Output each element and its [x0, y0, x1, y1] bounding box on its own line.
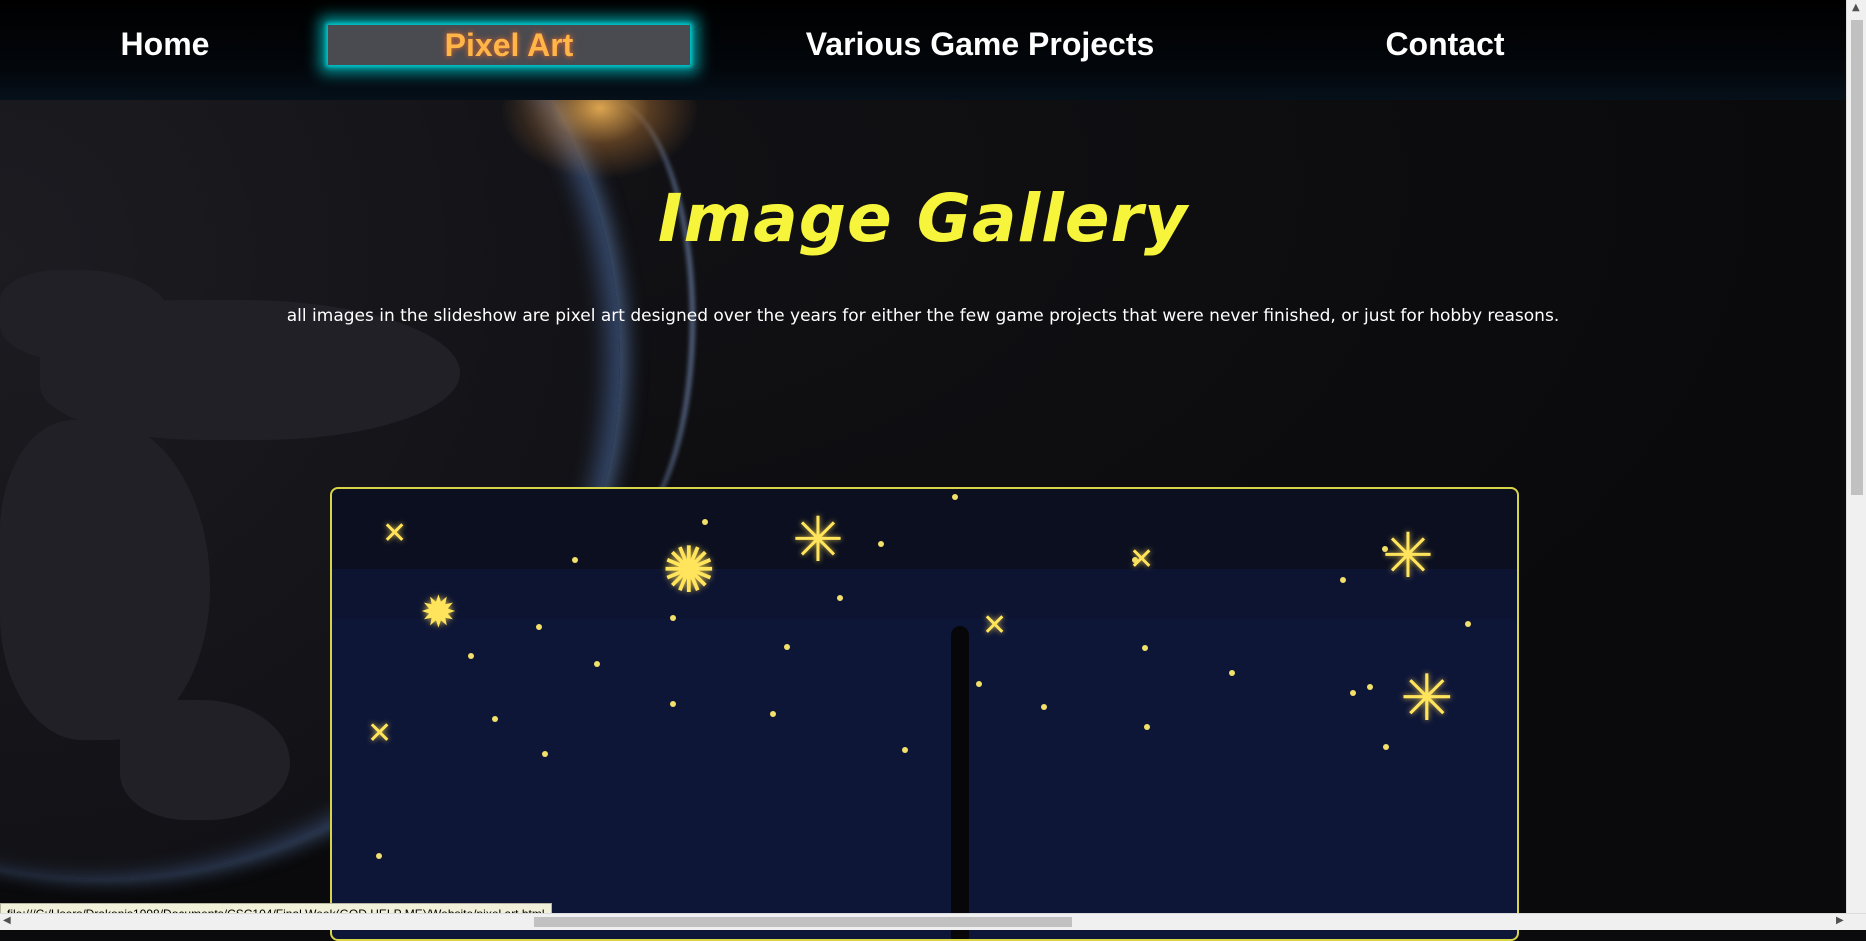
- star-dot: [1340, 577, 1346, 583]
- sparkle-star: ✳: [1382, 519, 1434, 592]
- nav-item-pixel-art[interactable]: Pixel Art: [328, 25, 690, 65]
- sparkle-star: ✕: [1129, 542, 1155, 577]
- sparkle-star: ✳: [1400, 662, 1454, 736]
- star-dot: [1465, 621, 1471, 627]
- vertical-scrollbar[interactable]: ▲: [1846, 0, 1866, 913]
- horizontal-scrollbar[interactable]: ◀ ▶: [0, 913, 1866, 930]
- star-dot: [1041, 704, 1047, 710]
- planet-continent: [120, 700, 290, 820]
- star-dot: [952, 494, 958, 500]
- star-dot: [976, 681, 982, 687]
- star-dot: [536, 624, 542, 630]
- nav-item-various-game-projects[interactable]: Various Game Projects: [800, 22, 1160, 66]
- star-dot: [468, 653, 474, 659]
- nav-item-contact[interactable]: Contact: [1370, 22, 1520, 66]
- nav-item-home[interactable]: Home: [110, 22, 220, 66]
- star-dot: [770, 711, 776, 717]
- star-dot: [1144, 724, 1150, 730]
- star-dot: [1142, 645, 1148, 651]
- page-title: Image Gallery: [657, 180, 1189, 257]
- sparkle-star: ✹: [420, 587, 457, 638]
- sparkle-star: ✕: [367, 716, 393, 751]
- star-dot: [1350, 690, 1356, 696]
- sparkle-star: ✕: [982, 608, 1008, 643]
- scroll-left-icon[interactable]: ◀: [3, 915, 11, 926]
- star-dot: [1229, 670, 1235, 676]
- sparkle-star: ✳: [792, 503, 844, 576]
- image-slideshow[interactable]: ✕ ✕ ✕ ✕ ✹ ✺ ✳ ✳ ✳: [330, 487, 1519, 941]
- star-dot: [702, 519, 708, 525]
- top-navigation-bar: Home Pixel Art Various Game Projects Con…: [0, 0, 1846, 100]
- star-dot: [902, 747, 908, 753]
- star-dot: [572, 557, 578, 563]
- star-dot: [878, 541, 884, 547]
- scroll-up-icon[interactable]: ▲: [1852, 2, 1860, 13]
- star-dot: [670, 701, 676, 707]
- star-dot: [492, 716, 498, 722]
- sparkle-star: ✕: [382, 516, 408, 551]
- sparkle-star: ✺: [662, 534, 716, 608]
- star-dot: [594, 661, 600, 667]
- star-dot: [542, 751, 548, 757]
- tower-silhouette: [951, 626, 969, 939]
- star-dot: [837, 595, 843, 601]
- horizontal-scroll-thumb[interactable]: [534, 917, 1072, 927]
- gallery-description: all images in the slideshow are pixel ar…: [286, 306, 1560, 326]
- scroll-right-icon[interactable]: ▶: [1836, 915, 1844, 926]
- star-dot: [784, 644, 790, 650]
- star-dot: [376, 853, 382, 859]
- star-dot: [1367, 684, 1373, 690]
- star-dot: [670, 615, 676, 621]
- star-dot: [1383, 744, 1389, 750]
- vertical-scroll-thumb[interactable]: [1851, 20, 1863, 495]
